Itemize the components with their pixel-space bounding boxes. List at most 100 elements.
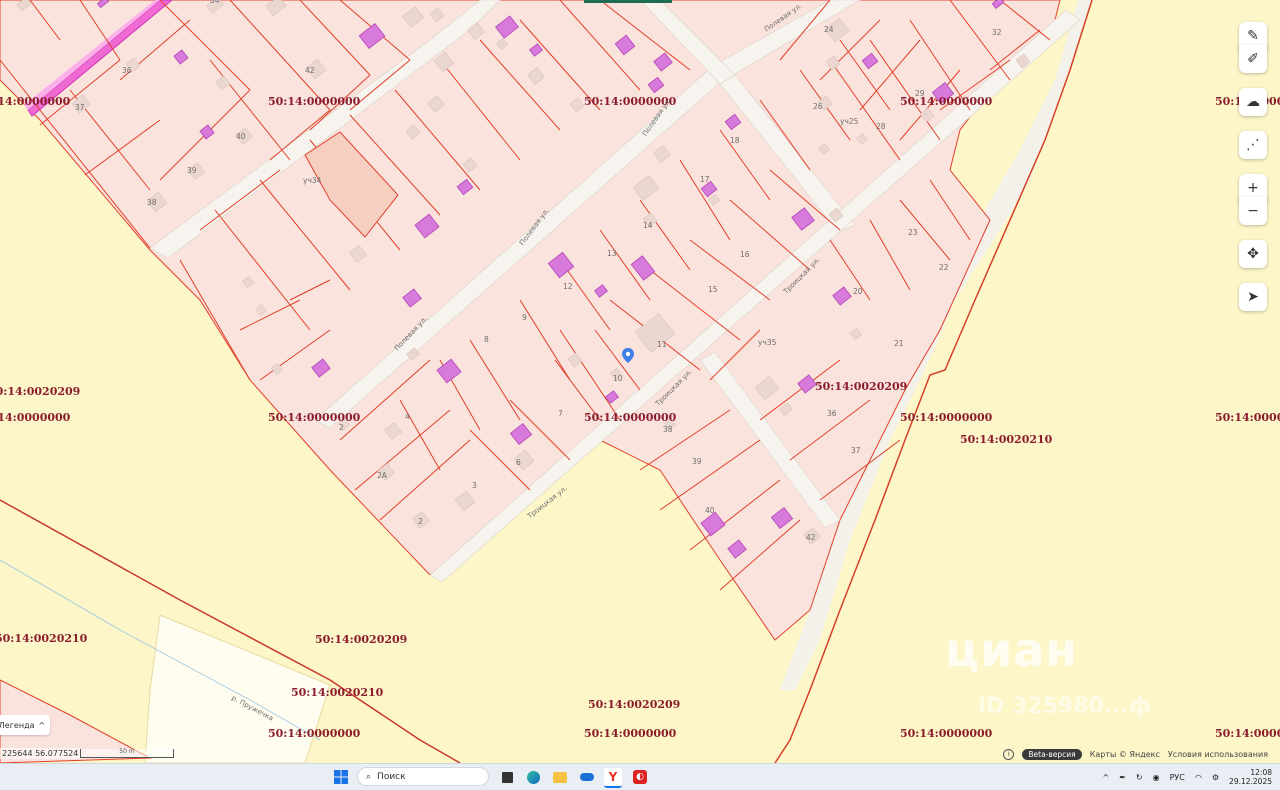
yandex-attribution[interactable]: Карты © Яндекс (1090, 750, 1160, 759)
parcel-number: 42 (806, 533, 816, 542)
parcel-number: 4 (405, 412, 410, 421)
cadastral-number-label: 50:14:0020210 (960, 433, 1053, 446)
cadastral-number-label: 50:14:0020209 (815, 380, 908, 393)
parcel-number: 11 (657, 340, 667, 349)
parcel-number: 12 (563, 282, 573, 291)
search-icon: ⌕ (366, 771, 372, 782)
cadastral-number-label: 50:14:0000000 (584, 411, 677, 424)
parcel-number: 21 (894, 339, 904, 348)
cadastral-number-label: 50:14:0000000 (0, 95, 71, 108)
parcel-number: 2А (377, 471, 387, 480)
onedrive-icon[interactable] (578, 768, 596, 786)
parcel-number: уч34 (303, 176, 322, 185)
cadastral-number-label: 50:14:0000000 (0, 411, 71, 424)
legend-label: Легенда (0, 720, 35, 730)
parcel-number: 34 (210, 0, 220, 5)
parcel-number: 2 (339, 423, 344, 432)
yandex-browser-icon[interactable]: Y (604, 768, 622, 788)
pan-button[interactable]: ✥ (1239, 240, 1267, 268)
taskbar-search[interactable]: ⌕ Поиск (357, 767, 489, 786)
task-view-icon[interactable] (498, 768, 516, 786)
edge-icon[interactable] (524, 768, 542, 786)
parcel-number: 36 (122, 66, 132, 75)
parcel-number: 36 (827, 409, 837, 418)
parcel-number: 42 (305, 66, 315, 75)
scale-bar: 50 m (80, 749, 174, 758)
parcel-number: 3 (472, 481, 477, 490)
parcel-number: 13 (607, 249, 617, 258)
cadastral-number-label: 50:14:0020210 (291, 686, 384, 699)
parcel-number: 26 (813, 102, 823, 111)
settings-icon[interactable]: ⚙ (1212, 773, 1219, 782)
upload-button[interactable]: ☁ (1239, 88, 1267, 116)
plus-icon: + (1247, 180, 1259, 196)
yandex-app-icon[interactable]: ◐ (631, 768, 649, 786)
beta-badge[interactable]: Beta-версия (1022, 748, 1082, 760)
parcel-number: 14 (643, 221, 653, 230)
top-panel-tab[interactable] (584, 0, 672, 3)
search-placeholder: Поиск (377, 771, 406, 782)
cadastral-number-label: 50:14:0000000 (1215, 727, 1280, 740)
parcel-number: уч25 (840, 117, 859, 126)
pen-icon[interactable]: ✒ (1119, 773, 1126, 782)
parcel-number: 37 (75, 103, 85, 112)
parcel-number: 39 (187, 166, 197, 175)
parcel-number: 17 (700, 175, 710, 184)
parcel-number: 22 (939, 263, 949, 272)
eye-off-icon[interactable]: ◉ (1153, 773, 1160, 782)
legend-button[interactable]: Легенда ^ (0, 715, 50, 735)
parcel-number: 40 (236, 132, 246, 141)
cian-watermark-id: ID 325980...ф (978, 694, 1151, 719)
parcel-number: 39 (692, 457, 702, 466)
windows-taskbar: ⌕ Поиск Y ◐ ^ ✒ ↻ ◉ РУС ◠ ⚙ 12:08 29.12.… (0, 763, 1280, 790)
edit-button[interactable]: ✐ (1239, 45, 1267, 73)
parcel-number: 23 (908, 228, 918, 237)
locate-button[interactable]: ➤ (1239, 283, 1267, 311)
share-icon: ⋰ (1246, 137, 1260, 153)
cadastral-number-label: 50:14:0020209 (0, 385, 81, 398)
cadastral-number-label: 50:14:0000000 (900, 95, 993, 108)
map-attribution: i Beta-версия Карты © Яндекс Условия исп… (1003, 747, 1268, 761)
parcel-number: 38 (663, 425, 673, 434)
clock-time: 12:08 (1250, 768, 1272, 777)
clock[interactable]: 12:08 29.12.2025 (1229, 768, 1272, 786)
parcel-number: 8 (484, 335, 489, 344)
wifi-icon[interactable]: ◠ (1195, 773, 1202, 782)
cadastral-number-label: 50:14:0000000 (1215, 411, 1280, 424)
minus-icon: − (1247, 203, 1259, 219)
cadastral-number-label: 50:14:0000000 (584, 727, 677, 740)
cian-watermark: циан (945, 623, 1079, 677)
cadastral-number-label: 50:14:0000000 (900, 727, 993, 740)
info-icon[interactable]: i (1003, 748, 1015, 760)
system-tray: ^ ✒ ↻ ◉ РУС ◠ ⚙ 12:08 29.12.2025 (1103, 767, 1273, 787)
edit-icon: ✐ (1247, 51, 1259, 67)
zoom-out-button[interactable]: − (1239, 197, 1267, 225)
clock-date: 29.12.2025 (1229, 777, 1272, 786)
navigation-arrow-icon: ➤ (1247, 289, 1259, 305)
parcel-number: 24 (824, 25, 834, 34)
ruler-icon: ✎ (1247, 28, 1259, 44)
sync-icon[interactable]: ↻ (1136, 773, 1143, 782)
parcel-number: 40 (705, 506, 715, 515)
parcel-number: 7 (558, 409, 563, 418)
cadastral-number-label: 50:14:0020209 (588, 698, 681, 711)
parcel-number: 9 (522, 313, 527, 322)
move-icon: ✥ (1247, 246, 1259, 262)
language-indicator[interactable]: РУС (1170, 773, 1185, 782)
cadastral-number-label: 50:14:0000000 (268, 95, 361, 108)
map-canvas[interactable]: 50:14:0000000 50:14:0000000 50:14:0000000 5… (0, 0, 1280, 763)
parcel-number: 10 (613, 374, 623, 383)
parcel-number: 2 (418, 517, 423, 526)
parcel-number: 37 (851, 446, 861, 455)
parcel-number: 29 (915, 89, 925, 98)
share-button[interactable]: ⋰ (1239, 131, 1267, 159)
terms-link[interactable]: Условия использования (1168, 750, 1268, 759)
parcel-number: 6 (516, 458, 521, 467)
file-explorer-icon[interactable] (551, 768, 569, 786)
parcel-number: 28 (876, 122, 886, 131)
cursor-coordinates: 225644 56.077524 (0, 748, 81, 759)
chevron-up-icon[interactable]: ^ (1103, 773, 1110, 782)
parcel-number: 15 (708, 285, 718, 294)
start-icon[interactable] (332, 768, 350, 786)
map-layer[interactable] (0, 0, 1280, 763)
